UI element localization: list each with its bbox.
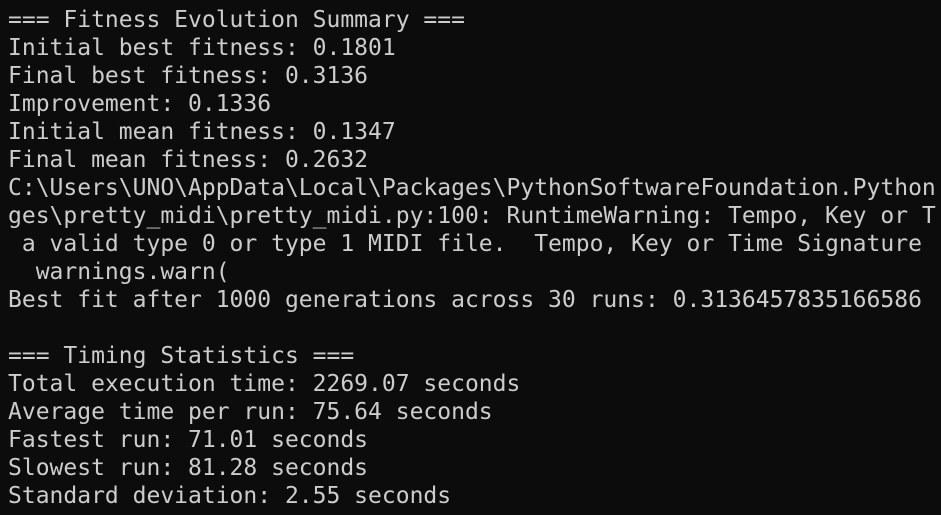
improvement-line: Improvement: 0.1336 (8, 91, 272, 117)
terminal-output: === Fitness Evolution Summary === Initia… (8, 6, 941, 510)
initial-best-fitness-line: Initial best fitness: 0.1801 (8, 35, 396, 61)
initial-mean-fitness-line: Initial mean fitness: 0.1347 (8, 119, 396, 145)
warning-message-line: a valid type 0 or type 1 MIDI file. Temp… (8, 231, 922, 257)
runtime-warning-line: ges\pretty_midi\pretty_midi.py:100: Runt… (8, 203, 936, 229)
final-best-fitness-line: Final best fitness: 0.3136 (8, 63, 369, 89)
terminal-window[interactable]: === Fitness Evolution Summary === Initia… (0, 0, 941, 515)
total-execution-time-line: Total execution time: 2269.07 seconds (8, 371, 521, 397)
standard-deviation-line: Standard deviation: 2.55 seconds (8, 483, 452, 509)
best-fit-line: Best fit after 1000 generations across 3… (8, 287, 922, 313)
fastest-run-line: Fastest run: 71.01 seconds (8, 427, 369, 453)
timing-statistics-heading: === Timing Statistics === (8, 343, 355, 369)
warning-path-line: C:\Users\UNO\AppData\Local\Packages\Pyth… (8, 175, 936, 201)
final-mean-fitness-line: Final mean fitness: 0.2632 (8, 147, 369, 173)
average-time-per-run-line: Average time per run: 75.64 seconds (8, 399, 493, 425)
fitness-summary-heading: === Fitness Evolution Summary === (8, 7, 465, 33)
warnings-warn-line: warnings.warn( (8, 259, 230, 285)
slowest-run-line: Slowest run: 81.28 seconds (8, 455, 369, 481)
